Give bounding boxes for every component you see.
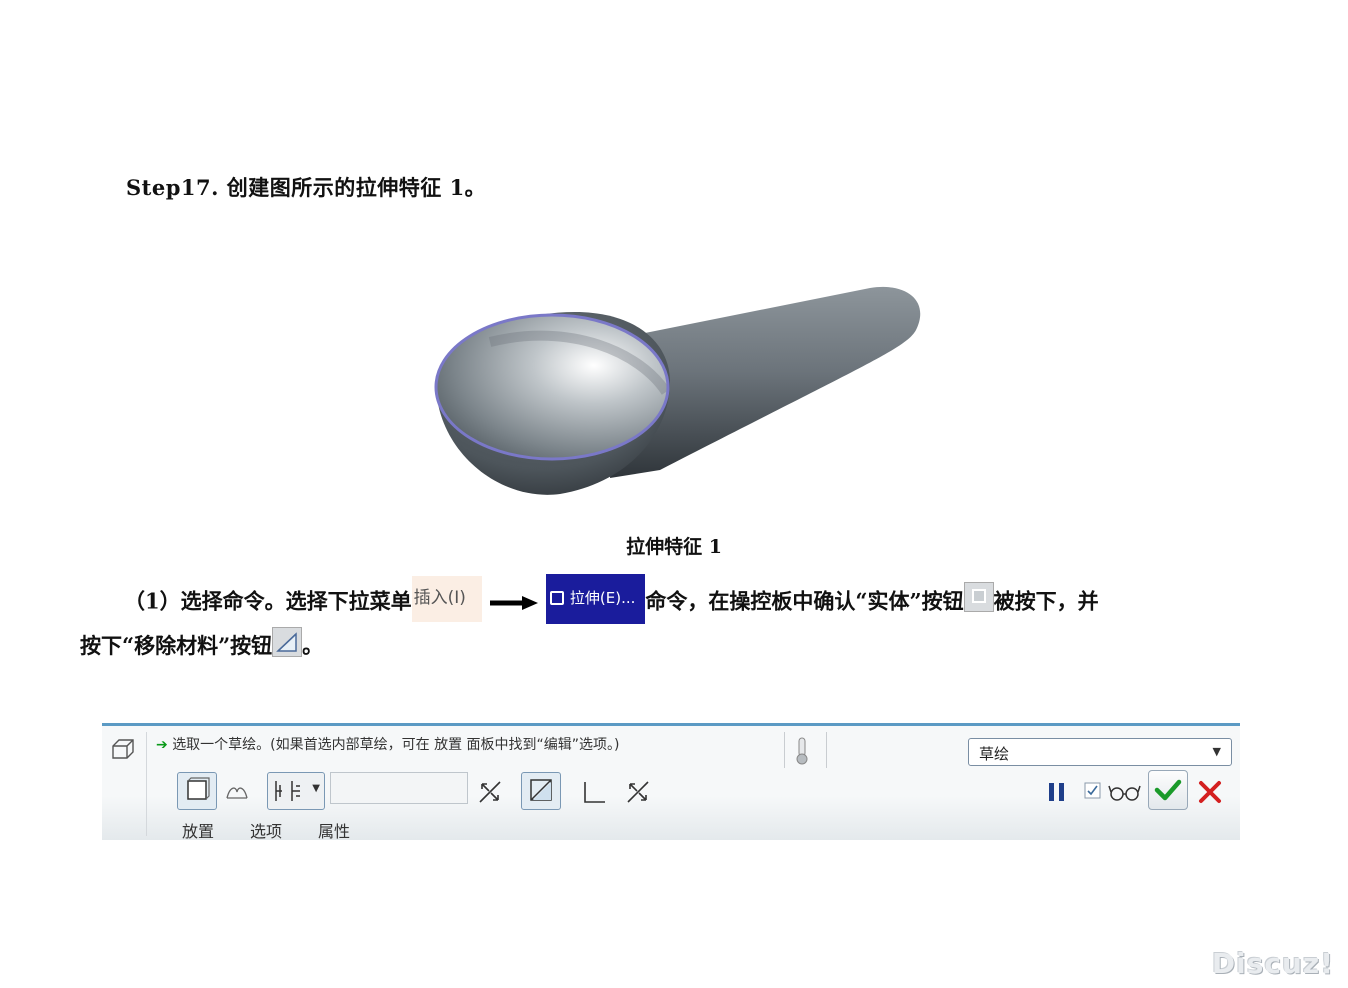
instruction-line-1: （1）选择命令。选择下拉菜单 插入(I) 拉伸(E)... 命令，在操控板中确认“实体… bbox=[124, 574, 1099, 628]
prompt-text: 选取一个草绘。(如果首选内部草绘，可在 放置 面板中找到“编辑”选项。) bbox=[172, 737, 620, 753]
extrude-feature-icon bbox=[112, 739, 134, 759]
instruction-line2-suffix: 。 bbox=[302, 633, 324, 658]
instruction-suffix: 被按下，并 bbox=[993, 588, 1099, 614]
thermometer-icon[interactable] bbox=[794, 736, 810, 766]
prompt-message: ➔ 选取一个草绘。(如果首选内部草绘，可在 放置 面板中找到“编辑”选项。) bbox=[156, 734, 620, 754]
instruction-line-2: 按下“移除材料”按钮 。 bbox=[80, 624, 323, 668]
chevron-down-icon: ▼ bbox=[312, 783, 320, 794]
depth-option-button[interactable]: ▼ bbox=[267, 772, 325, 810]
surface-icon[interactable] bbox=[224, 778, 250, 804]
solid-icon bbox=[187, 777, 210, 800]
remove-material-button-icon bbox=[272, 626, 303, 657]
depth-option-icon bbox=[275, 781, 300, 801]
remove-material-button[interactable] bbox=[521, 772, 561, 810]
flip-material-icon[interactable] bbox=[624, 778, 652, 806]
step-title: Step17. 创建图所示的拉伸特征 1。 bbox=[126, 175, 487, 200]
thicken-icon[interactable] bbox=[581, 778, 609, 806]
remove-material-icon bbox=[530, 779, 552, 801]
solid-button[interactable] bbox=[177, 772, 217, 810]
arrow-right-icon bbox=[489, 596, 538, 610]
menu-extrude: 拉伸(E)... bbox=[545, 574, 646, 624]
menu-extrude-label: 拉伸(E)... bbox=[569, 589, 636, 607]
instruction-line2-prefix: 按下“移除材料”按钮 bbox=[80, 633, 273, 658]
sketch-dropdown[interactable]: 草绘 ▼ bbox=[968, 738, 1232, 766]
preview-checkbox-icon[interactable] bbox=[1082, 780, 1104, 802]
ok-check-icon bbox=[1154, 779, 1182, 801]
chevron-down-icon: ▼ bbox=[1212, 745, 1221, 758]
ok-button[interactable] bbox=[1148, 770, 1188, 810]
flip-direction-icon[interactable] bbox=[476, 778, 504, 806]
depth-value-input[interactable] bbox=[330, 772, 468, 804]
instruction-middle: 命令，在操控板中确认“实体”按钮 bbox=[645, 588, 964, 614]
extrude-feature-figure bbox=[434, 286, 921, 495]
tab-placement[interactable]: 放置 bbox=[182, 818, 214, 842]
pause-icon[interactable] bbox=[1046, 780, 1068, 804]
tab-properties[interactable]: 属性 bbox=[318, 818, 350, 842]
figure-caption: 拉伸特征 1 bbox=[626, 536, 722, 558]
extrude-dashboard: ➔ 选取一个草绘。(如果首选内部草绘，可在 放置 面板中找到“编辑”选项。) 草… bbox=[102, 723, 1240, 842]
glasses-icon[interactable] bbox=[1108, 780, 1142, 804]
tab-options[interactable]: 选项 bbox=[250, 818, 282, 842]
solid-button-icon bbox=[963, 582, 994, 612]
sketch-dropdown-value: 草绘 bbox=[979, 745, 1010, 763]
extrude-menu-icon bbox=[549, 591, 564, 605]
watermark: Discuz! bbox=[1211, 947, 1334, 980]
prompt-arrow-icon: ➔ bbox=[156, 737, 168, 753]
instruction-prefix: （1）选择命令。选择下拉菜单 bbox=[124, 588, 412, 614]
cancel-x-icon[interactable] bbox=[1196, 778, 1224, 806]
menu-insert: 插入(I) bbox=[411, 576, 482, 622]
